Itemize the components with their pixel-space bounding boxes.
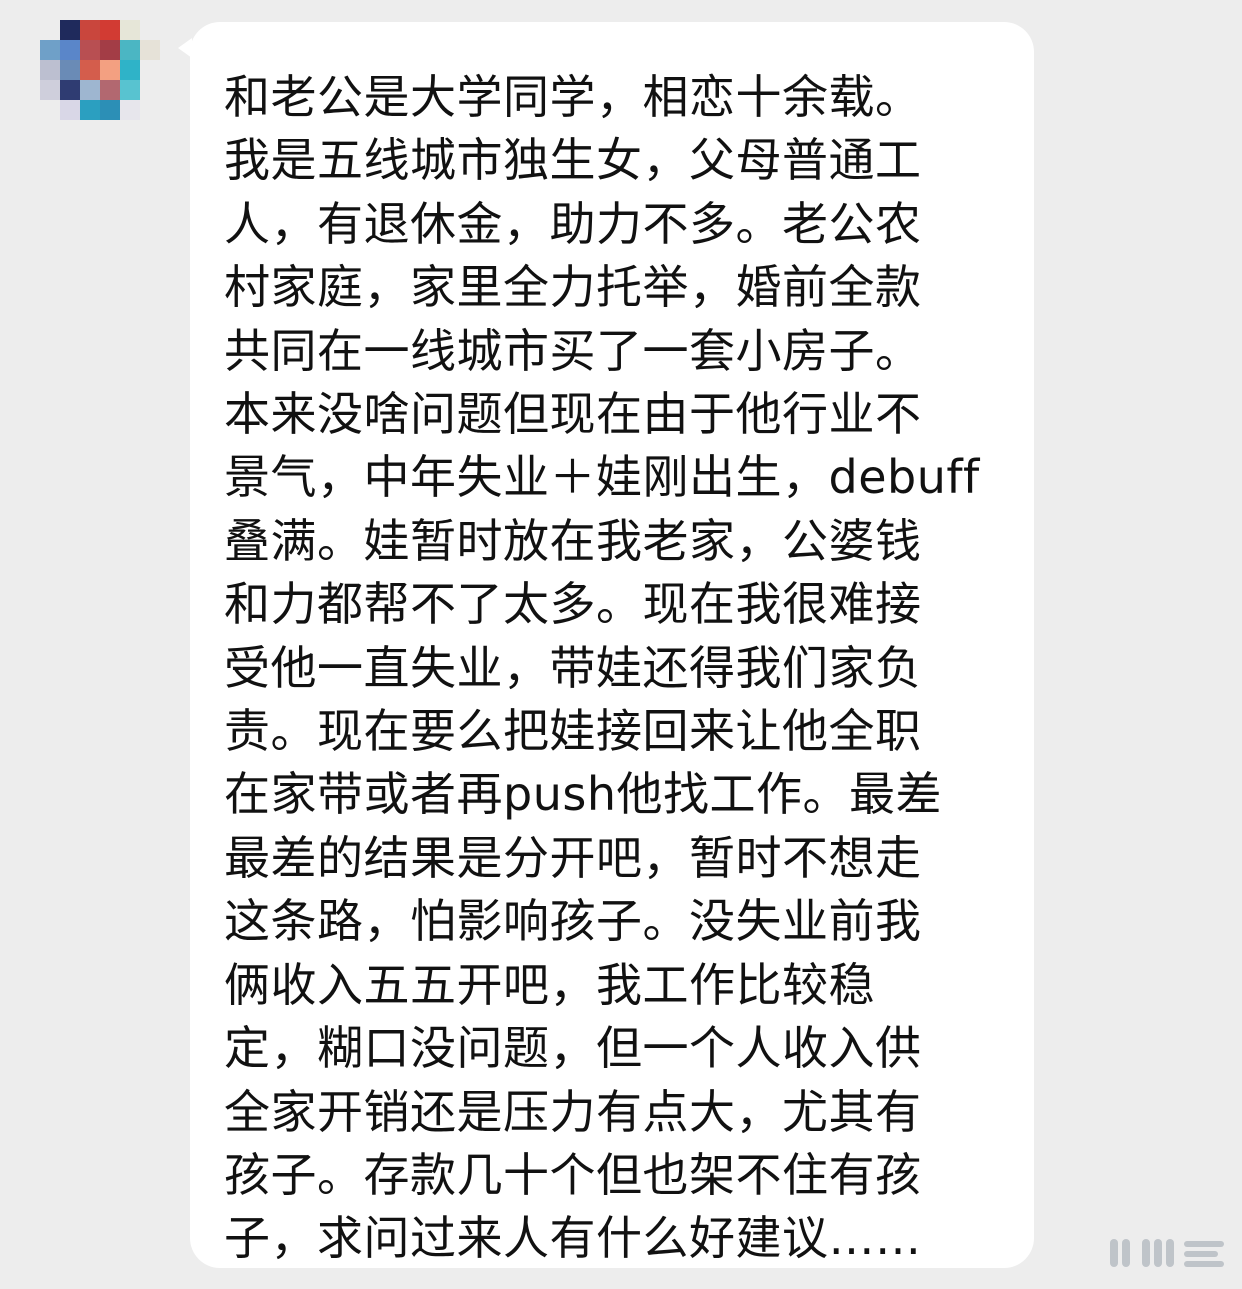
avatar-pixel	[40, 80, 60, 100]
avatar-pixel	[60, 20, 80, 40]
avatar-pixel	[120, 20, 140, 40]
message-text: 和老公是大学同学，相恋十余载。 我是五线城市独生女，父母普通工 人，有退休金，助…	[224, 70, 980, 1266]
avatar-pixel	[40, 100, 60, 120]
avatar-pixel	[80, 20, 100, 40]
avatar-pixel	[40, 120, 60, 140]
avatar-pixel	[80, 60, 100, 80]
avatar-pixel	[60, 120, 80, 140]
avatar-pixel	[100, 120, 120, 140]
avatar-pixel	[140, 40, 160, 60]
avatar-pixel	[100, 40, 120, 60]
avatar-pixel	[60, 80, 80, 100]
avatar-pixel	[80, 100, 100, 120]
avatar-pixel	[120, 80, 140, 100]
avatar-pixel	[100, 80, 120, 100]
avatar-pixel	[60, 100, 80, 120]
avatar-pixel	[40, 20, 60, 40]
avatar-pixel	[100, 60, 120, 80]
avatar-pixel	[80, 80, 100, 100]
avatar-pixel	[40, 40, 60, 60]
avatar-pixel	[140, 60, 160, 80]
avatar-pixel	[100, 100, 120, 120]
avatar-pixel	[120, 40, 140, 60]
weibo-watermark-icon	[1110, 1239, 1224, 1267]
avatar-pixel	[60, 60, 80, 80]
avatar-pixel	[140, 80, 160, 100]
avatar-pixel	[140, 120, 160, 140]
avatar-pixel	[80, 40, 100, 60]
avatar-pixel	[120, 60, 140, 80]
avatar-pixel	[140, 20, 160, 40]
avatar-pixel	[140, 100, 160, 120]
avatar-pixel	[120, 100, 140, 120]
avatar[interactable]	[40, 20, 160, 140]
avatar-pixel	[40, 60, 60, 80]
avatar-pixel	[80, 120, 100, 140]
avatar-pixel	[60, 40, 80, 60]
avatar-pixel	[100, 20, 120, 40]
watermark	[1108, 1235, 1228, 1273]
message-bubble[interactable]: 和老公是大学同学，相恋十余载。 我是五线城市独生女，父母普通工 人，有退休金，助…	[190, 22, 1034, 1268]
avatar-pixel	[120, 120, 140, 140]
